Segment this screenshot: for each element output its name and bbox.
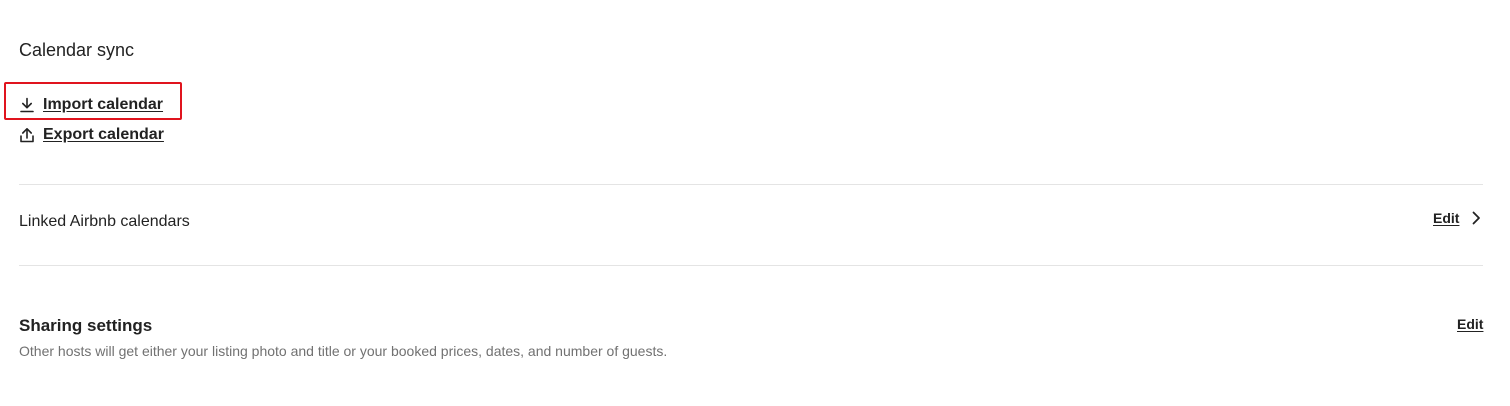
calendar-sync-title: Calendar sync (19, 40, 135, 60)
export-calendar-link[interactable]: Export calendar (19, 126, 164, 144)
linked-calendars-edit-link[interactable]: Edit (1433, 210, 1459, 226)
chevron-right-icon[interactable] (1470, 210, 1482, 226)
import-calendar-link[interactable]: Import calendar (19, 96, 163, 114)
divider (19, 265, 1483, 266)
download-icon (19, 97, 35, 113)
calendar-settings-page: Calendar sync Import calendar Export cal… (0, 0, 1510, 406)
sharing-settings-title: Sharing settings (19, 316, 153, 335)
linked-calendars-label: Linked Airbnb calendars (19, 213, 190, 230)
divider (19, 184, 1483, 185)
sharing-settings-edit-link[interactable]: Edit (1457, 316, 1483, 332)
import-calendar-label: Import calendar (43, 96, 164, 113)
sharing-settings-description: Other hosts will get either your listing… (19, 343, 668, 359)
upload-icon (19, 127, 35, 143)
export-calendar-label: Export calendar (43, 126, 164, 143)
